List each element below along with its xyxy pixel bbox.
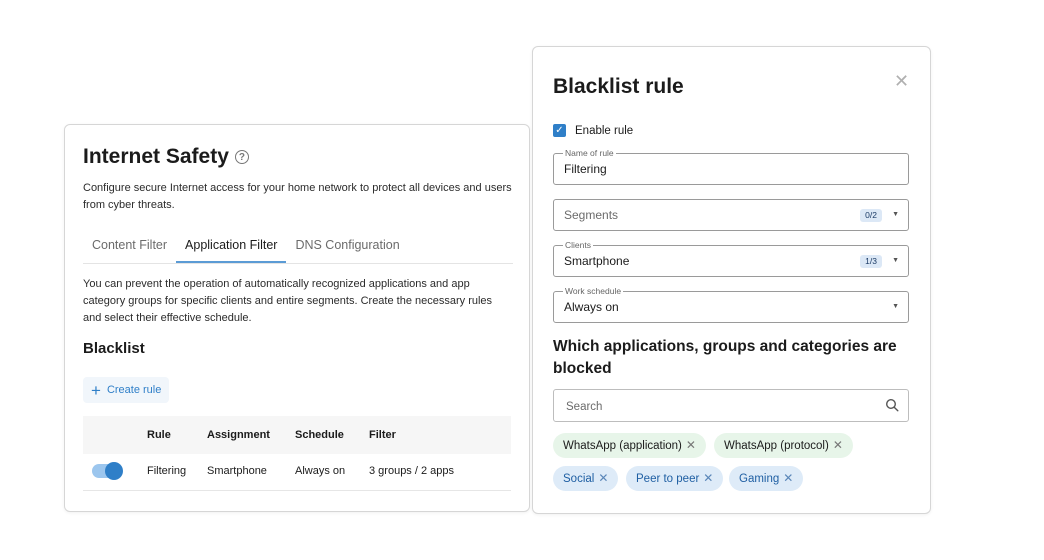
page-title-text: Internet Safety: [83, 145, 229, 168]
row-assignment: Smartphone: [207, 465, 267, 477]
column-filter: Filter: [369, 429, 396, 441]
column-assignment: Assignment: [207, 429, 270, 441]
segments-count-badge: 0/2: [860, 209, 882, 222]
tab-content-filter[interactable]: Content Filter: [83, 232, 176, 263]
search-input[interactable]: [564, 390, 868, 423]
clients-value: Smartphone: [564, 254, 630, 268]
tab-bar: Content Filter Application Filter DNS Co…: [83, 232, 409, 263]
remove-chip-icon[interactable]: ✕: [598, 471, 608, 485]
rule-name-field[interactable]: Name of rule Filtering: [553, 147, 909, 185]
create-rule-button[interactable]: + Create rule: [83, 377, 170, 403]
chip-label: Social: [563, 473, 595, 485]
chip-label: WhatsApp (application): [563, 440, 682, 452]
chip-label: Gaming: [739, 473, 780, 485]
internet-safety-panel: Internet Safety ? Configure secure Inter…: [64, 124, 530, 512]
column-rule: Rule: [147, 429, 171, 441]
clients-select[interactable]: Clients Smartphone 1/3 ▼: [553, 239, 909, 277]
remove-chip-icon[interactable]: ✕: [833, 438, 843, 452]
search-box[interactable]: [553, 389, 909, 423]
blocked-items-heading: Which applications, groups and categorie…: [553, 338, 897, 377]
chip-social[interactable]: Social ✕: [553, 466, 619, 491]
segments-select[interactable]: Segments 0/2 ▼: [553, 199, 909, 231]
chip-label: Peer to peer: [636, 473, 700, 485]
remove-chip-icon[interactable]: ✕: [783, 471, 793, 485]
table-header: Rule Assignment Schedule Filter: [83, 416, 511, 454]
chevron-down-icon: ▼: [892, 303, 899, 310]
enable-rule-checkbox[interactable]: ✓: [553, 124, 566, 137]
toggle-knob: [105, 462, 123, 480]
tabs-divider: [83, 263, 513, 264]
remove-chip-icon[interactable]: ✕: [686, 438, 696, 452]
blacklist-heading: Blacklist: [83, 340, 145, 357]
blacklist-rule-dialog: Blacklist rule ✕ ✓ Enable rule Name of r…: [532, 46, 931, 514]
enable-rule-row[interactable]: ✓ Enable rule: [553, 124, 633, 137]
plus-icon: +: [91, 380, 101, 400]
chip-label: WhatsApp (protocol): [724, 440, 829, 452]
remove-chip-icon[interactable]: ✕: [703, 471, 713, 485]
page-description: Configure secure Internet access for you…: [83, 182, 512, 211]
segments-placeholder: Segments: [564, 208, 619, 222]
help-icon[interactable]: ?: [234, 150, 249, 164]
search-icon[interactable]: [885, 398, 899, 412]
chip-whatsapp-protocol[interactable]: WhatsApp (protocol) ✕: [714, 433, 853, 458]
enable-rule-label: Enable rule: [575, 124, 634, 137]
chip-gaming[interactable]: Gaming ✕: [729, 466, 804, 491]
tab-application-filter[interactable]: Application Filter: [176, 232, 287, 263]
column-schedule: Schedule: [295, 429, 344, 441]
rule-enabled-toggle[interactable]: [92, 462, 123, 480]
work-schedule-value: Always on: [564, 300, 619, 314]
work-schedule-select[interactable]: Work schedule Always on ▼: [553, 285, 909, 323]
create-rule-label: Create rule: [106, 384, 162, 396]
page-title: Internet Safety ?: [83, 145, 249, 169]
clients-count-badge: 1/3: [860, 255, 882, 268]
application-filter-info: You can prevent the operation of automat…: [83, 278, 493, 324]
tab-dns-configuration[interactable]: DNS Configuration: [286, 232, 408, 263]
rule-name-value: Filtering: [564, 162, 607, 176]
row-schedule: Always on: [295, 465, 346, 477]
chevron-down-icon: ▼: [892, 211, 899, 218]
close-icon[interactable]: ✕: [894, 71, 909, 92]
table-row[interactable]: Filtering Smartphone Always on 3 groups …: [83, 454, 511, 491]
chevron-down-icon: ▼: [892, 257, 899, 264]
dialog-title: Blacklist rule: [553, 75, 684, 98]
row-rule: Filtering: [147, 465, 187, 477]
chip-whatsapp-application[interactable]: WhatsApp (application) ✕: [553, 433, 706, 458]
chip-peer-to-peer[interactable]: Peer to peer ✕: [626, 466, 724, 491]
row-filter: 3 groups / 2 apps: [369, 465, 455, 477]
